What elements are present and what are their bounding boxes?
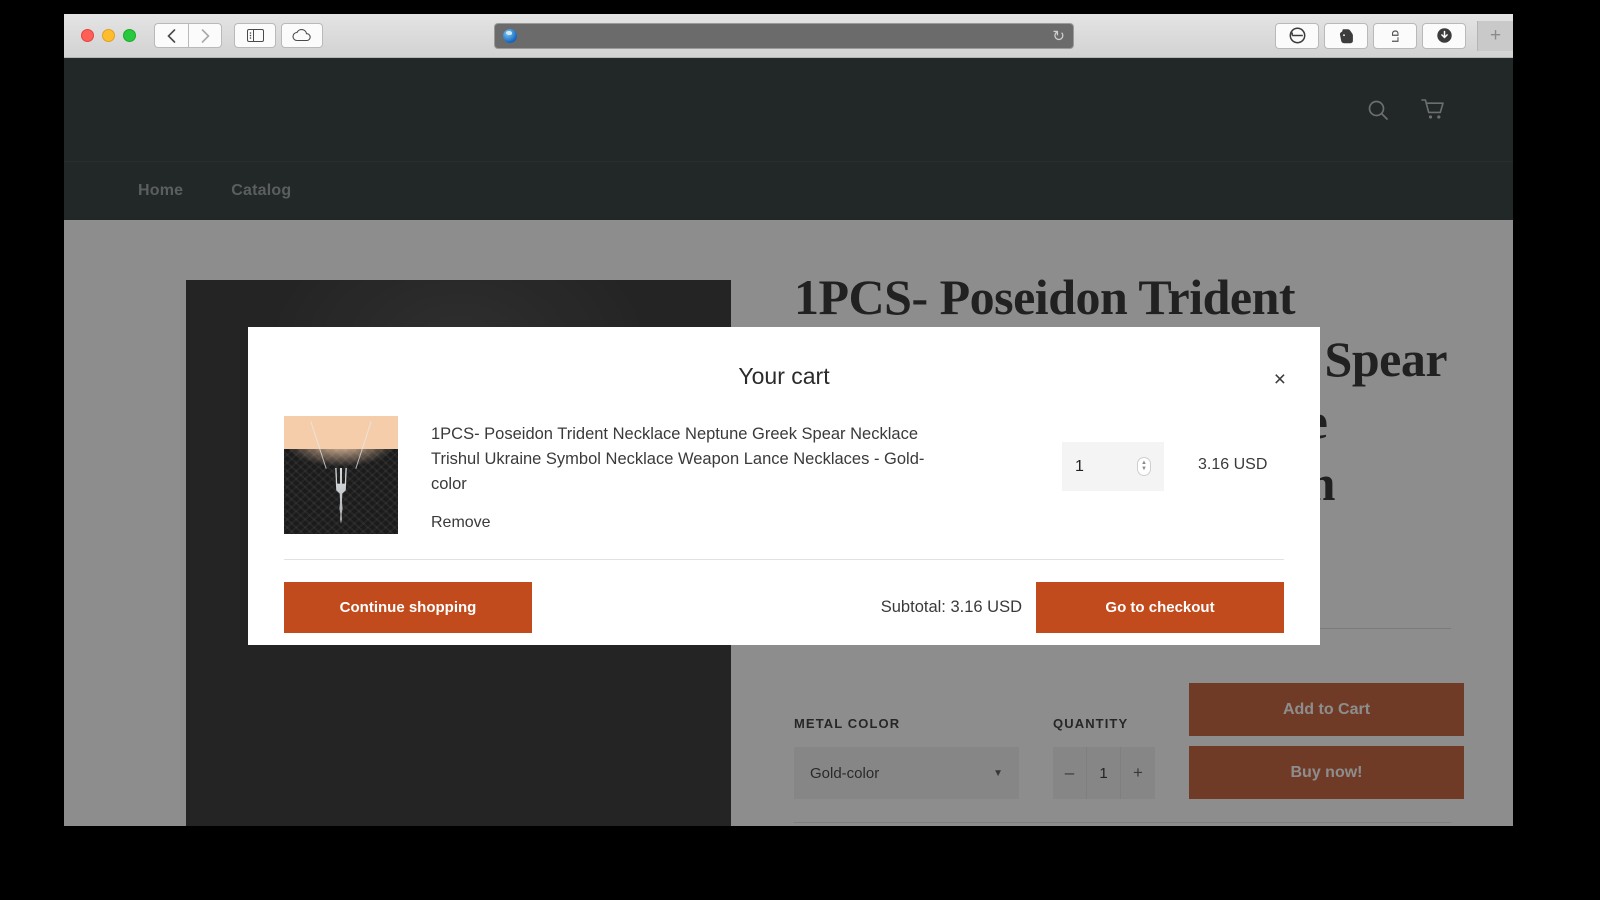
necklace-chain-left-graphic [310, 421, 326, 469]
browser-window: ↻ LD [64, 14, 1513, 826]
window-controls [81, 29, 136, 42]
toolbar-extensions: LD + [1275, 21, 1507, 51]
cart-modal-footer: Continue shopping Subtotal: 3.16 USD Go … [248, 560, 1320, 633]
cart-item-quantity-value: 1 [1075, 458, 1084, 476]
minimize-window-button[interactable] [102, 29, 115, 42]
sidebar-toggle-button[interactable] [234, 23, 276, 48]
ld-extension-label: LD [1390, 29, 1400, 42]
navigation-buttons [154, 23, 222, 48]
number-spinner-icon[interactable]: ▲ ▼ [1137, 457, 1151, 476]
evernote-extension-button[interactable] [1324, 23, 1368, 49]
new-tab-button[interactable]: + [1477, 21, 1513, 51]
chevron-right-icon [201, 29, 210, 43]
modal-overlay[interactable]: Your cart × 1PCS- Poseidon Trident Neckl… [64, 58, 1513, 826]
cart-modal: Your cart × 1PCS- Poseidon Trident Neckl… [248, 327, 1320, 645]
cart-item-thumbnail[interactable] [284, 416, 398, 534]
trident-pendant-thumb-graphic [333, 468, 349, 524]
reload-button[interactable]: ↻ [1052, 29, 1065, 44]
chevron-left-icon [167, 29, 176, 43]
remove-item-link[interactable]: Remove [431, 514, 491, 532]
continue-shopping-button[interactable]: Continue shopping [284, 582, 532, 633]
circled-e-extension-button[interactable] [1275, 23, 1319, 49]
evernote-elephant-icon [1339, 28, 1354, 44]
page-viewport: Home Catalog 1PCS- Poseidon Trident Neck… [64, 58, 1513, 826]
spinner-down-arrow[interactable]: ▼ [1141, 467, 1147, 472]
cart-item-quantity-input[interactable]: 1 ▲ ▼ [1062, 442, 1164, 491]
sidebar-icon [247, 29, 264, 42]
ld-extension-button[interactable]: LD [1373, 23, 1417, 49]
close-icon[interactable]: × [1274, 369, 1286, 390]
cart-item-name[interactable]: 1PCS- Poseidon Trident Necklace Neptune … [431, 422, 946, 497]
icloud-icon [292, 29, 312, 42]
go-to-checkout-button[interactable]: Go to checkout [1036, 582, 1284, 633]
maximize-window-button[interactable] [123, 29, 136, 42]
icloud-button[interactable] [281, 23, 323, 48]
cart-subtotal: Subtotal: 3.16 USD [881, 598, 1022, 617]
site-favicon-icon [503, 29, 517, 43]
cart-modal-title: Your cart [248, 327, 1320, 390]
download-arrow-icon [1436, 27, 1453, 44]
cart-item-price: 3.16 USD [1164, 456, 1284, 474]
necklace-chain-right-graphic [355, 421, 371, 469]
download-extension-button[interactable] [1422, 23, 1466, 49]
cart-line-item: 1PCS- Poseidon Trident Necklace Neptune … [248, 390, 1320, 534]
forward-button[interactable] [188, 23, 222, 48]
address-bar[interactable]: ↻ [494, 23, 1074, 49]
back-button[interactable] [154, 23, 188, 48]
cart-item-details: 1PCS- Poseidon Trident Necklace Neptune … [398, 416, 1062, 532]
close-window-button[interactable] [81, 29, 94, 42]
browser-toolbar: ↻ LD [64, 14, 1513, 58]
circled-e-icon [1289, 27, 1306, 44]
